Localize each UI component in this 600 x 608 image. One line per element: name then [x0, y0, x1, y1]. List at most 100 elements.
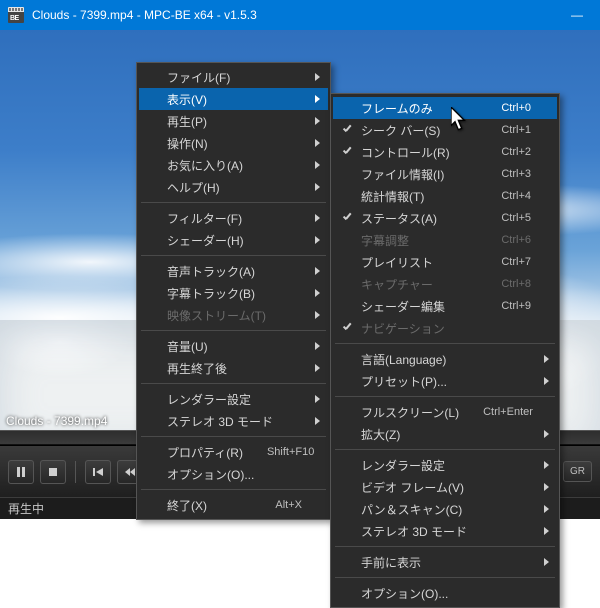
submenu-arrow-icon [544, 483, 549, 491]
main-menu-item-18[interactable]: ステレオ 3D モード [139, 410, 328, 432]
view-menu-item-0[interactable]: フレームのみCtrl+0 [333, 97, 557, 119]
menu-item-label: 再生(P) [167, 113, 302, 130]
menu-item-accel: Shift+F10 [267, 446, 314, 458]
view-menu-separator [335, 396, 555, 397]
view-menu-item-18[interactable]: レンダラー設定 [333, 454, 557, 476]
view-menu-item-3[interactable]: ファイル情報(I) Ctrl+3 [333, 163, 557, 185]
menu-item-label: ファイル(F) [167, 69, 302, 86]
status-text: 再生中 [8, 500, 44, 517]
view-menu-separator [335, 546, 555, 547]
view-menu-item-5[interactable]: ステータス(A) Ctrl+5 [333, 207, 557, 229]
menu-item-label: 操作(N) [167, 135, 302, 152]
submenu-arrow-icon [315, 73, 320, 81]
main-menu-item-10[interactable]: 音声トラック(A) [139, 260, 328, 282]
submenu-arrow-icon [315, 342, 320, 350]
menu-item-label: レンダラー設定 [167, 391, 302, 408]
view-menu-item-16[interactable]: 拡大(Z) [333, 423, 557, 445]
menu-item-accel: Ctrl+1 [501, 124, 531, 136]
submenu-arrow-icon [544, 355, 549, 363]
menu-item-label: ステレオ 3D モード [361, 523, 531, 540]
submenu-arrow-icon [315, 395, 320, 403]
view-menu-item-6: 字幕調整Ctrl+6 [333, 229, 557, 251]
main-menu-item-5[interactable]: ヘルプ(H) [139, 176, 328, 198]
main-menu-item-15[interactable]: 再生終了後 [139, 357, 328, 379]
main-menu-item-1[interactable]: 表示(V) [139, 88, 328, 110]
view-menu-item-9[interactable]: シェーダー編集Ctrl+9 [333, 295, 557, 317]
menu-item-label: ファイル情報(I) [361, 166, 477, 183]
main-menu-separator [141, 383, 326, 384]
menu-item-accel: Ctrl+3 [501, 168, 531, 180]
view-menu-item-23[interactable]: 手前に表示 [333, 551, 557, 573]
menu-item-label: フィルター(F) [167, 210, 302, 227]
view-menu-item-7[interactable]: プレイリストCtrl+7 [333, 251, 557, 273]
menu-item-label: オプション(O)... [167, 466, 302, 483]
view-menu-item-20[interactable]: パン＆スキャン(C) [333, 498, 557, 520]
submenu-arrow-icon [544, 377, 549, 385]
main-menu-item-17[interactable]: レンダラー設定 [139, 388, 328, 410]
prev-button[interactable] [85, 460, 111, 484]
menu-item-label: コントロール(R) [361, 144, 477, 161]
menu-item-label: シーク バー(S) [361, 122, 477, 139]
menu-item-label: 表示(V) [167, 91, 302, 108]
submenu-arrow-icon [315, 139, 320, 147]
view-menu-item-13[interactable]: プリセット(P)... [333, 370, 557, 392]
menu-item-label: ビデオ フレーム(V) [361, 479, 531, 496]
main-menu-item-14[interactable]: 音量(U) [139, 335, 328, 357]
menu-item-label: 統計情報(T) [361, 188, 477, 205]
view-menu-separator [335, 577, 555, 578]
app-icon [8, 7, 24, 23]
menu-item-label: プリセット(P)... [361, 373, 531, 390]
context-menu-main[interactable]: ファイル(F) 表示(V) 再生(P) 操作(N) お気に入り(A) ヘルプ(H) フィルタ… [136, 62, 331, 520]
view-menu-item-21[interactable]: ステレオ 3D モード [333, 520, 557, 542]
main-menu-separator [141, 330, 326, 331]
submenu-arrow-icon [544, 461, 549, 469]
main-menu-item-7[interactable]: フィルター(F) [139, 207, 328, 229]
main-menu-item-23[interactable]: 終了(X)Alt+X [139, 494, 328, 516]
context-menu-view[interactable]: フレームのみCtrl+0シーク バー(S)Ctrl+1コントロール(R)Ctrl… [330, 93, 560, 608]
menu-item-accel: Ctrl+8 [501, 278, 531, 290]
check-icon [341, 124, 353, 136]
stop-button[interactable] [40, 460, 66, 484]
check-icon [341, 322, 353, 334]
menu-item-accel: Ctrl+Enter [483, 406, 533, 418]
main-menu-separator [141, 436, 326, 437]
menu-item-label: ナビゲーション [361, 320, 531, 337]
view-menu-item-15[interactable]: フルスクリーン(L) Ctrl+Enter [333, 401, 557, 423]
menu-item-accel: Ctrl+5 [501, 212, 531, 224]
window-titlebar[interactable]: Clouds - 7399.mp4 - MPC-BE x64 - v1.5.3 … [0, 0, 600, 30]
main-menu-item-3[interactable]: 操作(N) [139, 132, 328, 154]
main-menu-item-21[interactable]: オプション(O)... [139, 463, 328, 485]
minimize-button[interactable]: ― [562, 8, 592, 22]
menu-item-accel: Ctrl+7 [501, 256, 531, 268]
main-menu-item-0[interactable]: ファイル(F) [139, 66, 328, 88]
menu-item-label: 音声トラック(A) [167, 263, 302, 280]
view-menu-item-19[interactable]: ビデオ フレーム(V) [333, 476, 557, 498]
main-menu-item-20[interactable]: プロパティ(R)Shift+F10 [139, 441, 328, 463]
menu-item-label: 手前に表示 [361, 554, 531, 571]
submenu-arrow-icon [315, 311, 320, 319]
menu-item-label: 拡大(Z) [361, 426, 531, 443]
menu-item-label: ステータス(A) [361, 210, 477, 227]
view-menu-item-25[interactable]: オプション(O)... [333, 582, 557, 604]
window-title: Clouds - 7399.mp4 - MPC-BE x64 - v1.5.3 [32, 8, 257, 22]
view-menu-separator [335, 343, 555, 344]
main-menu-item-8[interactable]: シェーダー(H) [139, 229, 328, 251]
main-menu-item-2[interactable]: 再生(P) [139, 110, 328, 132]
view-menu-item-4[interactable]: 統計情報(T)Ctrl+4 [333, 185, 557, 207]
menu-item-label: お気に入り(A) [167, 157, 302, 174]
main-menu-item-4[interactable]: お気に入り(A) [139, 154, 328, 176]
overlay-filename: Clouds - 7399.mp4 [6, 414, 107, 428]
gr-button[interactable]: GR [563, 461, 592, 482]
view-menu-item-2[interactable]: コントロール(R)Ctrl+2 [333, 141, 557, 163]
view-menu-item-12[interactable]: 言語(Language) [333, 348, 557, 370]
menu-item-label: フレームのみ [361, 100, 477, 117]
view-menu-item-10: ナビゲーション [333, 317, 557, 339]
menu-item-label: 終了(X) [167, 497, 251, 514]
main-menu-item-11[interactable]: 字幕トラック(B) [139, 282, 328, 304]
menu-item-label: フルスクリーン(L) [361, 404, 459, 421]
menu-item-label: オプション(O)... [361, 585, 531, 602]
stop-icon [47, 466, 59, 478]
submenu-arrow-icon [315, 161, 320, 169]
pause-button[interactable] [8, 460, 34, 484]
view-menu-item-1[interactable]: シーク バー(S) Ctrl+1 [333, 119, 557, 141]
